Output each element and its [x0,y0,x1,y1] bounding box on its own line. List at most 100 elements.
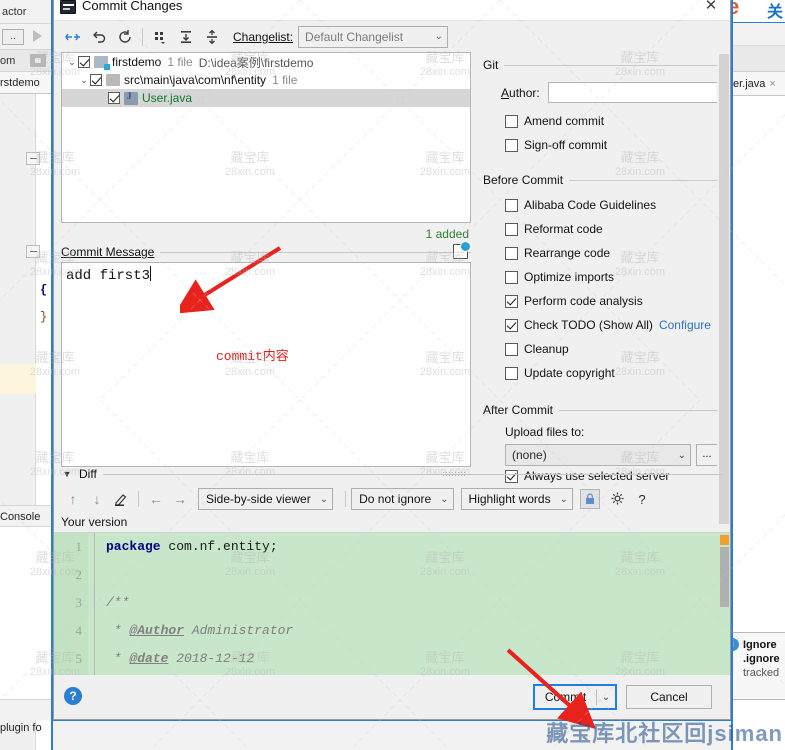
checkbox-label: Amend commit [524,114,604,128]
configure-link[interactable]: Configure [659,318,711,332]
your-version-label: Your version [61,514,723,532]
checkbox-check-todo[interactable]: Check TODO (Show All) Configure [505,313,726,337]
ignore-popup-line2: .ignore [743,652,785,666]
checkbox-always-use-selected-server[interactable]: Always use selected server [505,469,726,483]
collapse-arrows-icon[interactable] [60,25,86,49]
git-group-header: Git [483,58,726,72]
bg-right-editor-tab[interactable]: er.java × [733,72,785,96]
checkbox[interactable] [505,139,518,152]
checkbox-amend-commit[interactable]: Amend commit [505,109,726,133]
resize-grip[interactable] [443,471,465,477]
lock-icon[interactable] [580,489,600,509]
checkbox-perform-code-analysis[interactable]: Perform code analysis [505,289,726,313]
author-field[interactable] [548,82,726,103]
viewer-mode-dropdown[interactable]: Side-by-side viewer ⌄ [198,488,333,510]
checkbox[interactable] [505,271,518,284]
diff-scrollbar[interactable] [718,533,730,675]
checkbox-optimize-imports[interactable]: Optimize imports [505,265,726,289]
checkbox-update-copyright[interactable]: Update copyright [505,361,726,385]
help-icon[interactable]: ? [64,687,82,705]
checkbox-alibaba-code-guidelines[interactable]: Alibaba Code Guidelines [505,193,726,217]
highlight-mode-dropdown[interactable]: Highlight words ⌄ [461,488,573,510]
diff-code-area[interactable]: 1 2 3 4 5 package com.nf.entity; /** * @… [54,532,730,675]
close-icon[interactable]: × [769,78,775,90]
line-number: 1 [76,539,83,555]
code-fold-icon[interactable] [26,245,40,258]
options-scrollbar[interactable] [717,52,730,467]
question-mark-icon[interactable]: ? [630,487,654,511]
changelist-dropdown[interactable]: Default Changelist ⌄ [298,26,448,48]
group-by-icon[interactable] [147,25,173,49]
table-row[interactable]: ⌄ src\main\java\com\nf\entity 1 file [62,71,470,89]
bg-editor-tab[interactable]: rstdemo [0,72,52,94]
author-label: Author: [501,86,540,100]
checkbox[interactable] [505,367,518,380]
highlight-mode-value: Highlight words [469,492,551,506]
chevron-down-icon[interactable]: ⌄ [66,57,78,68]
checkbox[interactable] [505,319,518,332]
checkbox-rearrange-code[interactable]: Rearrange code [505,241,726,265]
after-commit-group-header: After Commit [483,403,726,417]
close-icon[interactable]: ✕ [700,0,722,17]
expand-all-icon[interactable] [173,25,199,49]
code-fold-icon[interactable] [26,152,40,165]
text-caret [150,266,151,281]
edit-source-icon[interactable] [109,487,133,511]
checkbox[interactable] [505,247,518,260]
next-difference-icon[interactable]: ↓ [85,487,109,511]
commit-options-pane: Git Author: Amend commit Sign-off commit [477,52,730,467]
table-row[interactable]: ⌄ firstdemo 1 file D:\idea案例\firstdemo [62,53,470,71]
changed-files-tree[interactable]: ⌄ firstdemo 1 file D:\idea案例\firstdemo ⌄… [61,52,471,223]
checkbox-cleanup[interactable]: Cleanup [505,337,726,361]
checkbox[interactable] [78,56,90,68]
commit-button[interactable]: Commit ⌄ [533,684,617,710]
chevron-down-icon[interactable]: ⌄ [78,75,90,86]
bg-console-tab[interactable]: Console [0,505,52,527]
checkbox[interactable] [505,295,518,308]
checkbox[interactable] [505,223,518,236]
upload-server-dropdown[interactable]: (none) ⌄ [505,444,691,466]
upload-server-browse-button[interactable]: ... [696,444,718,466]
checkbox-reformat-code[interactable]: Reformat code [505,217,726,241]
code-line-number-gutter: 1 2 3 4 5 [54,533,88,675]
code-token: * [106,651,129,666]
bg-run-config-button[interactable]: .. [2,29,24,45]
checkbox[interactable] [505,470,518,483]
checkbox[interactable] [505,199,518,212]
checkbox[interactable] [90,74,102,86]
bg-right-tab-label: er.java [733,78,765,90]
previous-difference-icon[interactable]: ↑ [61,487,85,511]
diff-title: Diff [79,467,97,481]
collapse-triangle-icon[interactable]: ▼ [61,469,73,479]
checkbox[interactable] [108,92,120,104]
collapse-all-icon[interactable] [199,25,225,49]
cancel-button[interactable]: Cancel [626,685,712,709]
whitespace-mode-dropdown[interactable]: Do not ignore ⌄ [351,488,453,510]
gear-icon[interactable] [606,487,630,511]
checkbox[interactable] [505,343,518,356]
code-token: @date [129,651,168,666]
accept-left-icon[interactable]: ← [144,487,168,511]
bg-code-fragment: } [40,310,47,324]
java-file-icon [124,92,138,105]
checkbox-sign-off-commit[interactable]: Sign-off commit [505,133,726,157]
changelist-value: Default Changelist [305,30,403,44]
scrollbar-thumb[interactable] [719,54,729,524]
commit-history-icon[interactable] [453,244,468,259]
commit-message-input[interactable]: add first3 [61,262,471,467]
refresh-icon[interactable] [112,25,138,49]
checkbox-label: Alibaba Code Guidelines [524,198,656,212]
code-token: @Author [129,623,184,638]
checkbox-label: Reformat code [524,222,603,236]
screenshot-root: actor .. om rstdemo { } Console plugin f… [0,0,785,750]
tree-item-label: firstdemo [112,55,161,69]
scrollbar-thumb[interactable] [720,547,729,607]
checkbox[interactable] [505,115,518,128]
run-icon[interactable] [33,30,42,42]
accept-right-icon[interactable]: → [168,487,192,511]
undo-icon[interactable] [86,25,112,49]
table-row[interactable]: User.java [62,89,470,107]
chevron-down-icon[interactable]: ⌄ [597,692,615,703]
checkbox-label: Always use selected server [524,469,669,483]
divider [569,180,726,181]
